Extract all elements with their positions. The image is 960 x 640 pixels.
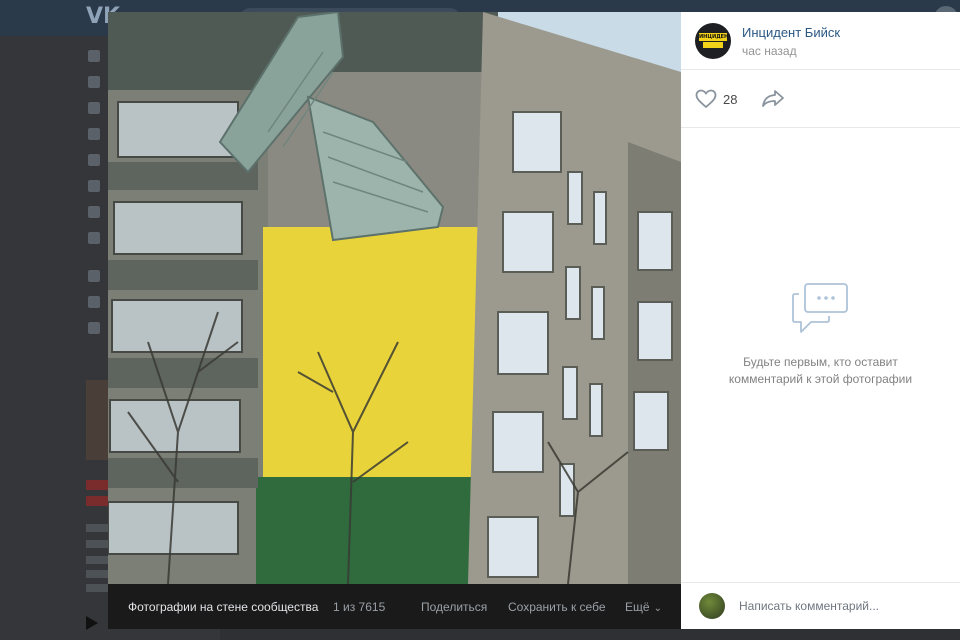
bookmarks-icon [88,296,100,308]
photo-footer: Фотографии на стене сообщества 1 из 7615… [108,584,681,629]
background-ad-line [86,540,110,548]
heart-icon [695,89,717,109]
photos-icon [88,180,100,192]
avatar-label-bar [703,42,723,48]
music-icon [88,206,100,218]
more-label: Ещё [625,600,650,614]
photo-viewer: Фотографии на стене сообщества 1 из 7615… [108,12,960,629]
background-ad-line [86,556,110,564]
friends-icon [88,128,100,140]
save-to-my-photos-link[interactable]: Сохранить к себе [508,600,606,614]
share-link[interactable]: Поделиться [421,600,487,614]
chevron-down-icon: ⌄ [653,603,662,614]
post-actions: 28 [681,70,960,128]
games-icon [88,270,100,282]
documents-icon [88,322,100,334]
background-left-menu [84,50,106,348]
current-user-avatar [699,593,725,619]
no-comments-text: Будьте первым, кто оставит комментарий к… [728,355,913,386]
messages-icon [88,102,100,114]
videos-icon [88,232,100,244]
play-icon [86,616,98,630]
background-ad-line [86,524,110,532]
background-ad-line [86,570,110,578]
photo[interactable] [108,12,681,584]
like-count: 28 [723,91,738,107]
share-arrow-icon [762,90,784,107]
more-menu[interactable]: Ещё ⌄ [625,600,662,614]
post-time[interactable]: час назад [742,44,797,58]
groups-icon [88,154,100,166]
background-ad-line [86,496,110,506]
building-photo-illustration [108,12,681,584]
no-comments-placeholder: Будьте первым, кто оставит комментарий к… [681,282,960,388]
photo-counter: 1 из 7615 [333,600,386,614]
share-button[interactable] [761,88,785,113]
home-icon [88,50,100,62]
background-bottom-strip [220,628,960,640]
post-author: ИНЦИДЕНТ Инцидент Бийск час назад [681,12,960,70]
background-ad-image [86,380,110,460]
comment-composer [681,582,960,629]
background-ad-line [86,480,110,490]
album-title[interactable]: Фотографии на стене сообщества [128,600,318,614]
background-ad-line [86,584,110,592]
community-name-link[interactable]: Инцидент Бийск [742,25,840,40]
community-avatar[interactable]: ИНЦИДЕНТ [695,23,731,59]
avatar-label: ИНЦИДЕНТ [699,33,731,41]
photo-info-panel: ИНЦИДЕНТ Инцидент Бийск час назад 28 Буд… [681,12,960,629]
comment-input[interactable] [735,593,949,619]
like-button[interactable]: 28 [695,88,737,110]
speech-bubble-icon [791,283,848,333]
news-icon [88,76,100,88]
